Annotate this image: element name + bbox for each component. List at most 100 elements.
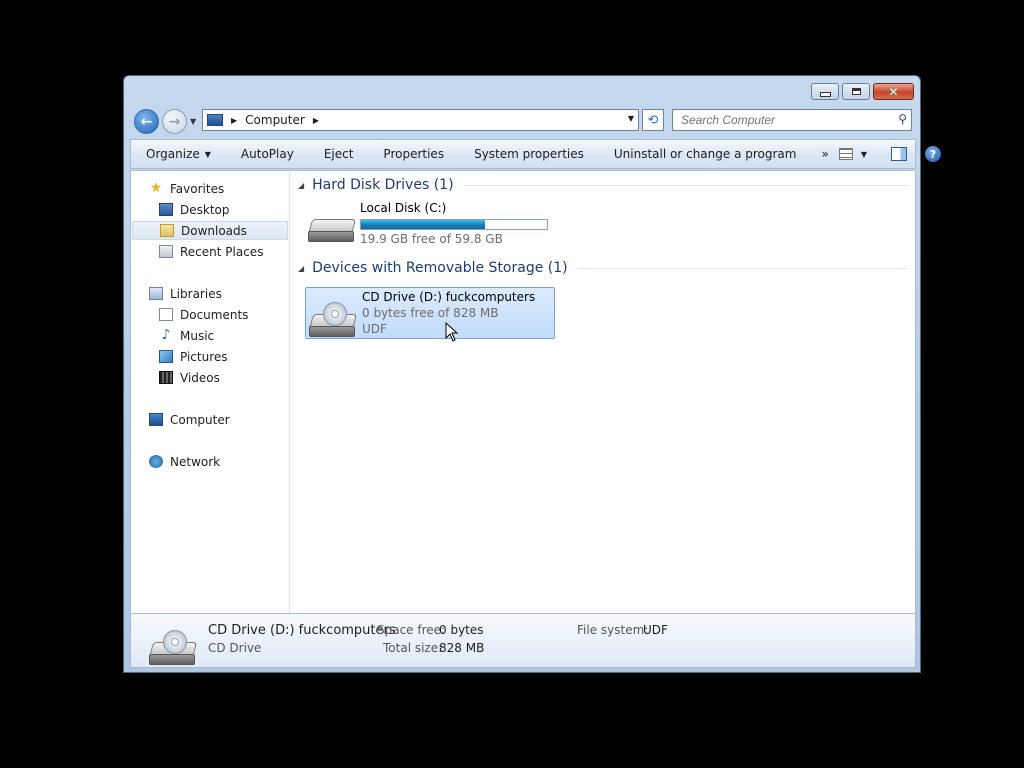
breadcrumb-separator-icon[interactable]: ▶ <box>231 116 237 125</box>
maximize-button[interactable] <box>842 83 870 100</box>
computer-icon <box>207 114 223 126</box>
file-system-value: UDF <box>643 623 668 637</box>
downloads-folder-icon <box>160 224 174 237</box>
organize-label: Organize <box>146 147 200 161</box>
sidebar-item-videos[interactable]: Videos <box>159 368 220 387</box>
drive-file-system: UDF <box>362 322 387 336</box>
space-free-label: Space free: <box>377 623 446 637</box>
autoplay-button[interactable]: AutoPlay <box>226 140 309 168</box>
sidebar-item-computer[interactable]: Computer <box>149 410 230 429</box>
file-system-label: File system: <box>577 623 649 637</box>
forward-button[interactable]: → <box>162 109 187 134</box>
change-view-icon[interactable] <box>838 148 853 160</box>
drive-name: Local Disk (C:) <box>360 201 447 215</box>
chevron-down-icon: ▼ <box>204 149 211 159</box>
details-pane: CD Drive (D:) fuckcomputers CD Drive Spa… <box>130 614 916 668</box>
properties-label: Properties <box>383 147 445 161</box>
sidebar-label: Libraries <box>170 286 222 301</box>
more-commands-icon: » <box>821 147 829 161</box>
forward-arrow-icon: → <box>168 113 181 130</box>
drive-usage-bar <box>360 219 548 230</box>
sidebar-item-network[interactable]: Network <box>149 452 220 471</box>
sidebar-label: Documents <box>180 307 249 322</box>
back-arrow-icon: ← <box>140 113 153 130</box>
total-size-label: Total size: <box>383 641 443 655</box>
star-icon: ★ <box>149 179 163 196</box>
drive-free-space: 19.9 GB free of 59.8 GB <box>360 232 503 246</box>
organize-button[interactable]: Organize ▼ <box>131 140 226 168</box>
sidebar-item-downloads[interactable]: Downloads <box>132 221 288 240</box>
minimize-icon <box>819 92 831 97</box>
view-dropdown-icon[interactable]: ▼ <box>861 150 867 159</box>
sidebar-item-pictures[interactable]: Pictures <box>159 347 228 366</box>
sidebar-item-favorites[interactable]: ★ Favorites <box>149 179 225 198</box>
command-bar: Organize ▼ AutoPlay Eject Properties Syst… <box>130 139 941 169</box>
sidebar-label: Music <box>180 328 215 343</box>
drive-free-space: 0 bytes free of 828 MB <box>362 306 499 320</box>
system-properties-button[interactable]: System properties <box>459 140 599 168</box>
search-icon[interactable]: ⚲ <box>898 112 907 126</box>
sidebar-label: Recent Places <box>180 244 264 259</box>
drive-cd-d[interactable]: CD Drive (D:) fuckcomputers 0 bytes free… <box>305 287 555 339</box>
sidebar-item-libraries[interactable]: Libraries <box>149 284 222 303</box>
properties-button[interactable]: Properties <box>368 140 459 168</box>
cd-drive-icon <box>148 630 198 666</box>
drive-local-disk-c[interactable]: Local Disk (C:) 19.9 GB free of 59.8 GB <box>304 201 554 251</box>
sidebar-item-desktop[interactable]: Desktop <box>159 200 230 219</box>
drive-usage-fill <box>361 220 486 229</box>
toolbar-right: ▼ ? <box>838 146 951 162</box>
sidebar-label: Videos <box>180 370 220 385</box>
uninstall-label: Uninstall or change a program <box>613 147 797 161</box>
desktop-icon <box>159 203 173 216</box>
sidebar-label: Network <box>170 454 221 469</box>
explorer-body: ★ Favorites Desktop Downloads Recent Plac… <box>130 170 916 614</box>
sidebar-label: Pictures <box>180 349 228 364</box>
close-button[interactable]: ✕ <box>873 83 914 100</box>
preview-pane-icon[interactable] <box>890 147 907 161</box>
video-film-icon <box>159 371 173 384</box>
libraries-icon <box>149 287 163 300</box>
group-header-removable-storage[interactable]: ◢ Devices with Removable Storage (1) <box>298 260 908 276</box>
breadcrumb-computer[interactable]: Computer <box>245 113 305 127</box>
search-input[interactable] <box>679 112 888 128</box>
address-row: ← → ▼ ▶ Computer ▶ ▼ ⟲ ⚲ <box>124 106 920 136</box>
sidebar-label: Computer <box>170 412 230 427</box>
details-name: CD Drive (D:) fuckcomputers <box>208 623 396 638</box>
help-icon[interactable]: ? <box>924 146 941 162</box>
breadcrumb-separator-icon[interactable]: ▶ <box>313 116 319 125</box>
cd-drive-icon <box>308 302 358 338</box>
group-divider <box>577 267 908 269</box>
refresh-icon: ⟲ <box>647 112 659 128</box>
drive-name: CD Drive (D:) fuckcomputers <box>362 290 536 304</box>
address-bar[interactable]: ▶ Computer ▶ ▼ <box>202 109 639 131</box>
file-list: ◢ Hard Disk Drives (1) Local Disk (C:) 1… <box>290 171 915 613</box>
collapse-triangle-icon[interactable]: ◢ <box>298 264 304 273</box>
sidebar-label: Downloads <box>181 223 247 238</box>
uninstall-program-button[interactable]: Uninstall or change a program <box>599 140 812 168</box>
address-dropdown-icon[interactable]: ▼ <box>628 114 634 123</box>
recent-pages-dropdown[interactable]: ▼ <box>190 117 196 126</box>
pictures-icon <box>159 350 173 363</box>
refresh-button[interactable]: ⟲ <box>642 109 664 131</box>
maximize-icon <box>851 88 861 95</box>
details-type: CD Drive <box>208 641 262 655</box>
sidebar-item-music[interactable]: ♪ Music <box>159 326 215 345</box>
search-box: ⚲ <box>672 109 912 131</box>
autoplay-label: AutoPlay <box>240 147 294 161</box>
computer-icon <box>149 413 163 426</box>
group-title: Hard Disk Drives (1) <box>312 177 454 193</box>
minimize-button[interactable] <box>811 83 839 100</box>
sidebar-item-documents[interactable]: Documents <box>159 305 248 324</box>
system-properties-label: System properties <box>474 147 584 161</box>
group-header-hard-disk-drives[interactable]: ◢ Hard Disk Drives (1) <box>298 177 908 193</box>
back-button[interactable]: ← <box>134 109 159 134</box>
eject-button[interactable]: Eject <box>309 140 369 168</box>
sidebar-item-recent-places[interactable]: Recent Places <box>159 242 263 261</box>
hard-drive-icon <box>307 215 357 243</box>
more-commands-button[interactable]: » <box>811 140 838 168</box>
navigation-pane: ★ Favorites Desktop Downloads Recent Plac… <box>131 171 290 613</box>
network-icon <box>149 455 163 468</box>
group-title: Devices with Removable Storage (1) <box>312 260 568 276</box>
collapse-triangle-icon[interactable]: ◢ <box>298 181 304 190</box>
sidebar-label: Favorites <box>170 181 225 196</box>
